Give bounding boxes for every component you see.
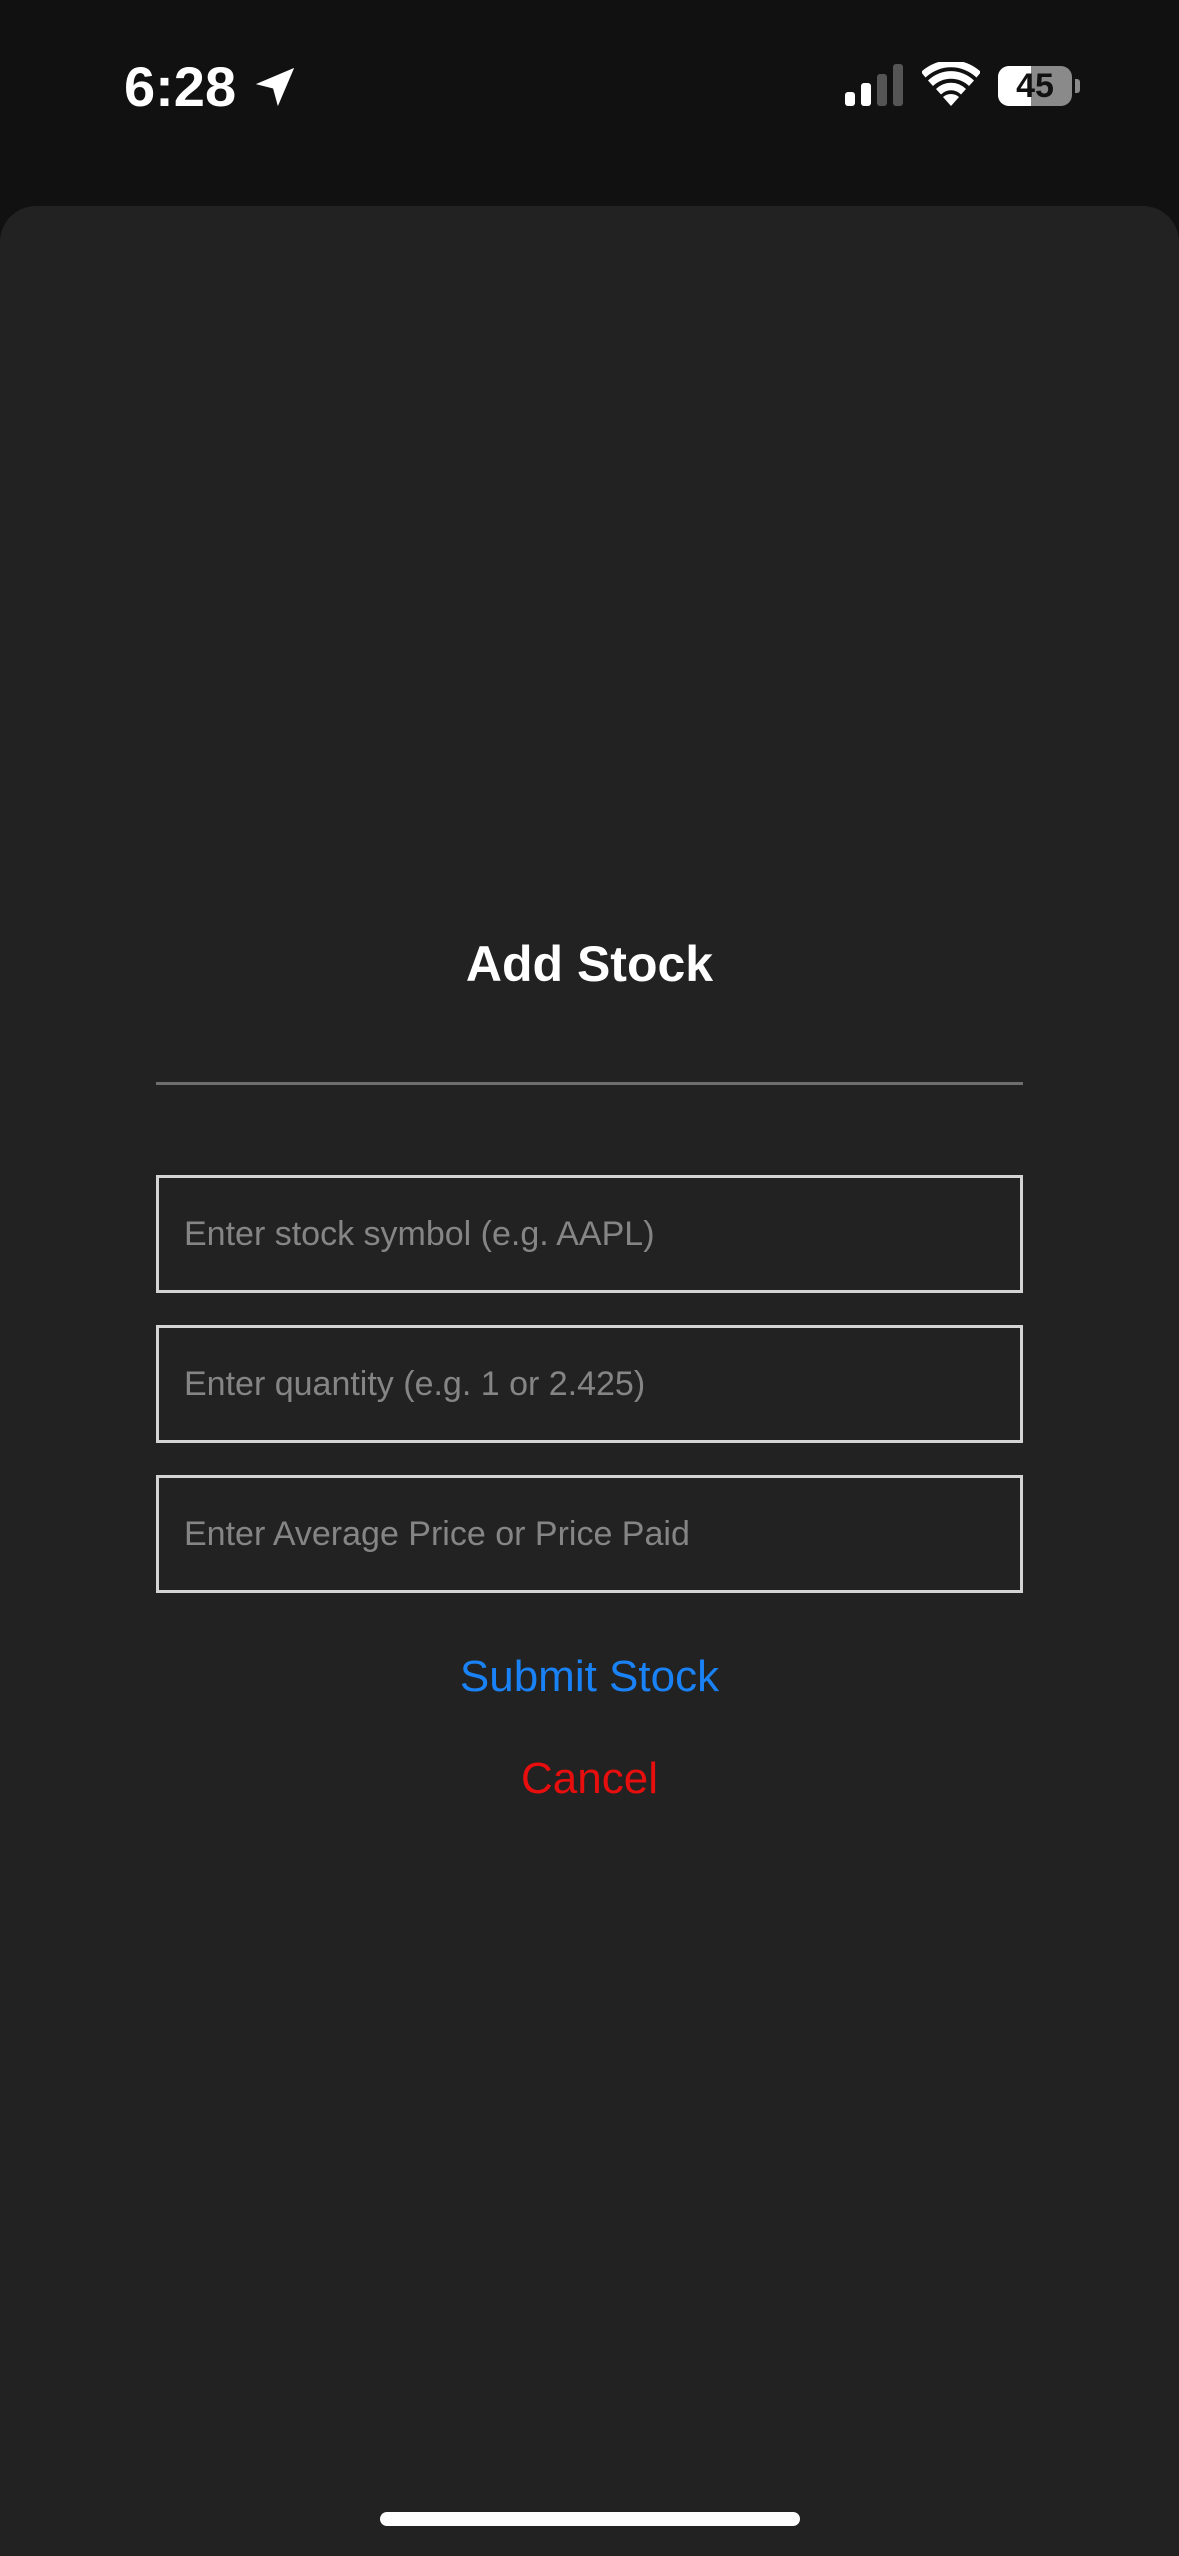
quantity-input[interactable]	[156, 1325, 1023, 1443]
average-price-input[interactable]	[156, 1475, 1023, 1593]
home-indicator[interactable]	[380, 2512, 800, 2526]
location-arrow-icon	[255, 67, 295, 107]
screen: 6:28 45 Add Stock Submit S	[0, 0, 1179, 2556]
title-divider	[156, 1082, 1023, 1085]
battery-body: 45	[998, 66, 1072, 106]
battery-level: 45	[1016, 67, 1054, 105]
battery-nub	[1075, 79, 1080, 93]
cancel-button[interactable]: Cancel	[0, 1752, 1179, 1806]
sheet-title: Add Stock	[465, 936, 714, 992]
submit-stock-button[interactable]: Submit Stock	[0, 1650, 1179, 1704]
cellular-signal-icon	[845, 64, 903, 106]
stock-symbol-input[interactable]	[156, 1175, 1023, 1293]
wifi-icon	[922, 62, 980, 106]
status-bar: 6:28 45	[0, 0, 1179, 175]
battery-icon: 45	[998, 66, 1080, 106]
status-time: 6:28	[124, 55, 237, 118]
